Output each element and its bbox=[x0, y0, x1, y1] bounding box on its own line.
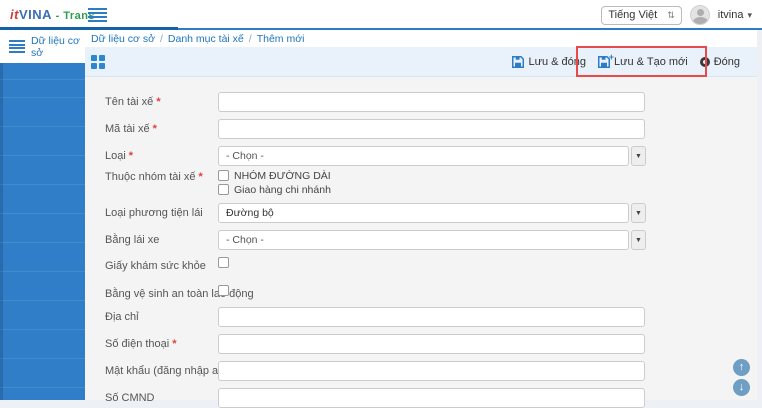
plus-badge: + bbox=[608, 52, 615, 62]
field-label: Mã tài xế * bbox=[105, 123, 157, 135]
giao-hang-chi-nhanh-checkbox[interactable] bbox=[218, 184, 229, 195]
close-icon bbox=[699, 57, 710, 67]
grid-menu-icon[interactable] bbox=[91, 55, 105, 69]
breadcrumb-current-them-moi: Thêm mới bbox=[256, 32, 305, 45]
avatar[interactable] bbox=[689, 5, 710, 25]
dropdown-arrow-icon[interactable]: ▼ bbox=[631, 203, 646, 223]
nhom-duong-dai-checkbox[interactable] bbox=[218, 170, 229, 181]
sidebar-panel bbox=[0, 63, 85, 400]
logo-part-2: VINA bbox=[18, 7, 53, 22]
list-icon bbox=[9, 40, 25, 53]
field-label: Địa chỉ bbox=[105, 311, 139, 323]
scroll-to-bottom-button[interactable]: ↓ bbox=[733, 379, 750, 396]
app-logo: itVINA - Trans bbox=[10, 7, 95, 22]
breadcrumb-link-danh-muc-tai-xe[interactable]: Danh mục tài xế bbox=[168, 33, 244, 45]
required-marker: * bbox=[152, 123, 157, 135]
top-bar: itVINA - Trans Tiếng Việt ⇅ itvina ▾ bbox=[0, 0, 762, 30]
breadcrumb-separator: / bbox=[248, 32, 252, 45]
save-new-icon: + bbox=[598, 52, 614, 68]
sidebar-item-label: Dữ liệu cơ sở bbox=[31, 34, 80, 59]
breadcrumb-link-du-lieu-co-so[interactable]: Dữ liệu cơ sở bbox=[91, 33, 155, 45]
save-icon bbox=[512, 56, 525, 68]
bang-lai-xe-select[interactable]: - Chọn - bbox=[218, 230, 629, 250]
field-label: Giấy khám sức khỏe bbox=[105, 260, 206, 272]
loai-phuong-tien-select[interactable]: Đường bộ bbox=[218, 203, 629, 223]
language-select[interactable]: Tiếng Việt ⇅ bbox=[601, 5, 682, 25]
giay-kham-suc-khoe-checkbox[interactable] bbox=[218, 257, 229, 268]
field-label: Bằng vệ sinh an toàn lao động bbox=[105, 288, 254, 300]
field-label: Số điện thoại * bbox=[105, 338, 177, 350]
dropdown-arrow-icon[interactable]: ▼ bbox=[631, 230, 646, 250]
ten-tai-xe-input[interactable] bbox=[218, 92, 645, 112]
close-label: Đóng bbox=[713, 56, 740, 68]
bang-ve-sinh-checkbox[interactable] bbox=[218, 285, 229, 296]
username: itvina bbox=[717, 9, 744, 21]
field-label: Số CMND bbox=[105, 392, 155, 404]
toolbar-buttons: Lưu & đóng + Lưu & Tạo mới Đóng bbox=[512, 47, 740, 77]
breadcrumb-separator: / bbox=[159, 32, 163, 45]
save-and-new-button[interactable]: + Lưu & Tạo mới bbox=[598, 52, 688, 68]
app-window: itVINA - Trans Tiếng Việt ⇅ itvina ▾ Dữ … bbox=[0, 0, 762, 408]
chevron-down-icon: ▾ bbox=[747, 9, 752, 20]
select-arrows-icon: ⇅ bbox=[667, 9, 675, 20]
topbar-right-group: Tiếng Việt ⇅ itvina ▾ bbox=[601, 4, 752, 26]
save-and-close-label: Lưu & đóng bbox=[528, 56, 587, 68]
driver-form-panel: Tên tài xế * Mã tài xế * Loại * - Chọn - ▼ … bbox=[85, 77, 757, 408]
save-and-close-button[interactable]: Lưu & đóng bbox=[512, 56, 586, 68]
field-label: Thuộc nhóm tài xế * bbox=[105, 171, 203, 183]
loai-select[interactable]: - Chọn - bbox=[218, 146, 629, 166]
so-cmnd-input[interactable] bbox=[218, 388, 645, 408]
required-marker: * bbox=[156, 96, 161, 108]
field-label: Loại * bbox=[105, 150, 134, 162]
required-marker: * bbox=[128, 150, 134, 162]
required-marker: * bbox=[172, 338, 177, 350]
close-button[interactable]: Đóng bbox=[699, 56, 740, 68]
user-menu[interactable]: itvina ▾ bbox=[718, 9, 752, 21]
field-label: Mật khẩu (đăng nhập app) bbox=[105, 365, 235, 377]
page-gutter bbox=[757, 30, 762, 400]
field-label: Tên tài xế * bbox=[105, 96, 161, 108]
field-label: Bằng lái xe bbox=[105, 234, 160, 246]
dropdown-arrow-icon[interactable]: ▼ bbox=[631, 146, 646, 166]
save-and-new-label: Lưu & Tạo mới bbox=[614, 56, 688, 68]
language-select-value: Tiếng Việt bbox=[608, 9, 658, 21]
logo-part-1: it bbox=[10, 7, 19, 22]
checkbox-option-label[interactable]: Giao hàng chi nhánh bbox=[234, 184, 331, 196]
menu-toggle-icon[interactable] bbox=[88, 8, 107, 22]
required-marker: * bbox=[198, 171, 203, 183]
breadcrumb: Dữ liệu cơ sở / Danh mục tài xế / Thêm m… bbox=[85, 30, 757, 47]
mat-khau-input[interactable] bbox=[218, 361, 645, 381]
scroll-to-top-button[interactable]: ↑ bbox=[733, 359, 750, 376]
sidebar-item-du-lieu-co-so[interactable]: Dữ liệu cơ sở bbox=[0, 30, 85, 63]
checkbox-option-label[interactable]: NHÓM ĐƯỜNG DÀI bbox=[234, 170, 331, 182]
dia-chi-input[interactable] bbox=[218, 307, 645, 327]
field-label: Loại phương tiện lái bbox=[105, 207, 203, 219]
toolbar: Lưu & đóng + Lưu & Tạo mới Đóng bbox=[85, 47, 757, 77]
so-dien-thoai-input[interactable] bbox=[218, 334, 645, 354]
ma-tai-xe-input[interactable] bbox=[218, 119, 645, 139]
